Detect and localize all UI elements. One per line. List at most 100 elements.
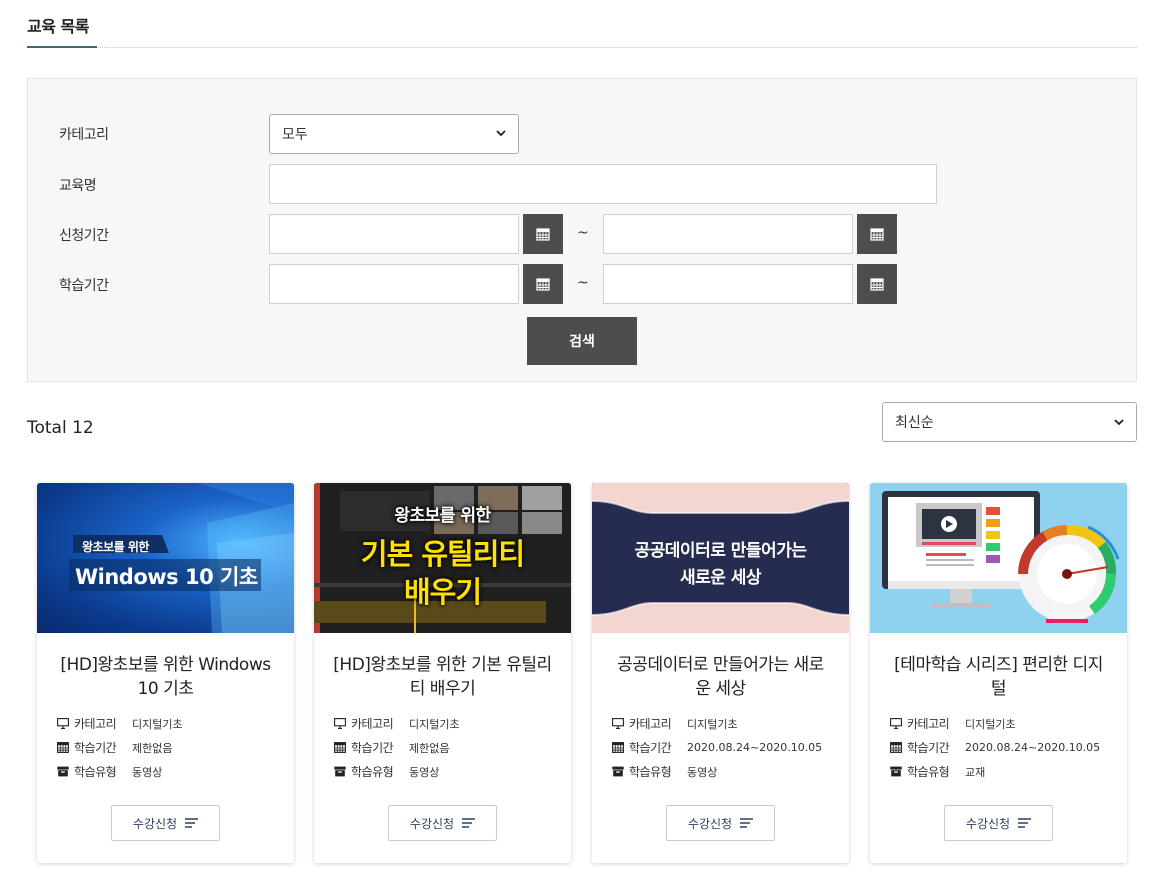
archive-icon [890, 766, 904, 778]
course-period-row: 학습기간 2020.08.24~2020.10.05 [890, 739, 1100, 756]
period-value: 2020.08.24~2020.10.05 [965, 741, 1101, 754]
list-icon [185, 818, 199, 828]
period-value: 2020.08.24~2020.10.05 [687, 741, 823, 754]
monitor-icon [890, 718, 904, 730]
period-value: 제한없음 [132, 741, 173, 755]
calendar-icon [536, 278, 550, 291]
apply-start-calendar-button[interactable] [523, 214, 563, 254]
page-header: 교육 목록 [27, 0, 1137, 48]
enroll-button-label: 수강신청 [687, 816, 733, 831]
course-title[interactable]: [HD]왕초보를 위한 기본 유틸리티 배우기 [332, 653, 553, 701]
period-key: 학습기간 [629, 741, 672, 755]
enroll-button-label: 수강신청 [409, 816, 455, 831]
calendar-icon [536, 228, 550, 241]
study-period-label: 학습기간 [59, 278, 109, 294]
type-key: 학습유형 [907, 765, 950, 779]
monitor-icon [57, 718, 71, 730]
apply-end-calendar-button[interactable] [857, 214, 897, 254]
course-thumbnail[interactable] [870, 483, 1127, 633]
period-key: 학습기간 [907, 741, 950, 755]
type-key: 학습유형 [74, 765, 117, 779]
enroll-button[interactable]: 수강신청 [111, 805, 220, 841]
course-title[interactable]: 공공데이터로 만들어가는 새로운 세상 [610, 653, 831, 701]
chevron-down-icon [1114, 414, 1124, 430]
list-icon [740, 818, 754, 828]
period-key: 학습기간 [74, 741, 117, 755]
type-value: 동영상 [132, 765, 163, 779]
course-title[interactable]: [HD]왕초보를 위한 Windows 10 기초 [55, 653, 276, 701]
category-key: 카테고리 [907, 717, 950, 731]
period-key: 학습기간 [351, 741, 394, 755]
enroll-button-label: 수강신청 [132, 816, 178, 831]
course-thumbnail[interactable]: 왕초보를 위한 기본 유틸리티 배우기 [314, 483, 571, 633]
archive-icon [57, 766, 71, 778]
course-type-row: 학습유형 동영상 [57, 763, 162, 780]
total-count: Total 12 [27, 418, 94, 438]
list-icon [462, 818, 476, 828]
search-panel: 카테고리 모두 교육명 신청기간 ~ 학습기간 ~ 검색 [27, 78, 1137, 382]
enroll-button[interactable]: 수강신청 [944, 805, 1053, 841]
chevron-down-icon [496, 129, 506, 140]
list-icon [1018, 818, 1032, 828]
course-type-row: 학습유형 교재 [890, 763, 985, 780]
sort-select[interactable]: 최신순 [882, 402, 1137, 442]
study-start-calendar-button[interactable] [523, 264, 563, 304]
study-end-calendar-button[interactable] [857, 264, 897, 304]
course-name-label: 교육명 [59, 178, 97, 194]
course-card[interactable]: 왕초보를 위한 Windows 10 기초 [HD]왕초보를 위한 Window… [37, 483, 294, 863]
type-value: 동영상 [409, 765, 440, 779]
course-category-row: 카테고리 디지털기초 [890, 715, 1016, 732]
course-type-row: 학습유형 동영상 [334, 763, 439, 780]
archive-icon [334, 766, 348, 778]
period-value: 제한없음 [409, 741, 450, 755]
calendar-icon [334, 742, 348, 754]
course-period-row: 학습기간 2020.08.24~2020.10.05 [612, 739, 822, 756]
course-period-row: 학습기간 제한없음 [57, 739, 172, 756]
category-value: 디지털기초 [687, 717, 738, 731]
study-end-date-input[interactable] [603, 264, 853, 304]
category-key: 카테고리 [351, 717, 394, 731]
calendar-icon [57, 742, 71, 754]
type-key: 학습유형 [629, 765, 672, 779]
category-value: 디지털기초 [965, 717, 1016, 731]
study-range-separator: ~ [577, 275, 589, 291]
course-card[interactable]: [테마학습 시리즈] 편리한 디지털 카테고리 디지털기초 학습기간 2020.… [870, 483, 1127, 863]
category-select[interactable]: 모두 [269, 114, 519, 154]
windows-thumbnail-art [69, 483, 294, 633]
course-card[interactable]: 공공데이터로 만들어가는 새로운 세상 공공데이터로 만들어가는 새로운 세상 … [592, 483, 849, 863]
type-key: 학습유형 [351, 765, 394, 779]
category-select-value: 모두 [282, 127, 308, 143]
thumbnail-caption-large: Windows 10 기초 [75, 565, 258, 589]
thumbnail-caption-small: 왕초보를 위한 [394, 506, 491, 526]
category-label: 카테고리 [59, 127, 109, 143]
course-category-row: 카테고리 디지털기초 [57, 715, 183, 732]
title-underline [27, 46, 97, 48]
apply-start-date-input[interactable] [269, 214, 519, 254]
course-thumbnail[interactable]: 공공데이터로 만들어가는 새로운 세상 [592, 483, 849, 633]
thumbnail-caption-line1: 공공데이터로 만들어가는 [634, 541, 807, 561]
course-name-input[interactable] [269, 164, 937, 204]
thumbnail-caption-small: 왕초보를 위한 [82, 540, 149, 554]
study-start-date-input[interactable] [269, 264, 519, 304]
thumbnail-caption-line2: 새로운 세상 [679, 568, 762, 588]
apply-end-date-input[interactable] [603, 214, 853, 254]
calendar-icon [870, 278, 884, 291]
type-value: 교재 [965, 765, 986, 779]
enroll-button[interactable]: 수강신청 [666, 805, 775, 841]
type-value: 동영상 [687, 765, 718, 779]
course-card[interactable]: 왕초보를 위한 기본 유틸리티 배우기 [HD]왕초보를 위한 기본 유틸리티 … [314, 483, 571, 863]
course-title[interactable]: [테마학습 시리즈] 편리한 디지털 [888, 653, 1109, 701]
search-button[interactable]: 검색 [527, 317, 637, 365]
enroll-button[interactable]: 수강신청 [388, 805, 497, 841]
archive-icon [612, 766, 626, 778]
calendar-icon [890, 742, 904, 754]
course-period-row: 학습기간 제한없음 [334, 739, 449, 756]
course-category-row: 카테고리 디지털기초 [334, 715, 460, 732]
calendar-icon [870, 228, 884, 241]
course-thumbnail[interactable]: 왕초보를 위한 Windows 10 기초 [37, 483, 294, 633]
thumbnail-caption-large-2: 배우기 [403, 575, 482, 609]
course-category-row: 카테고리 디지털기초 [612, 715, 738, 732]
category-value: 디지털기초 [409, 717, 460, 731]
category-value: 디지털기초 [132, 717, 183, 731]
enroll-button-label: 수강신청 [965, 816, 1011, 831]
